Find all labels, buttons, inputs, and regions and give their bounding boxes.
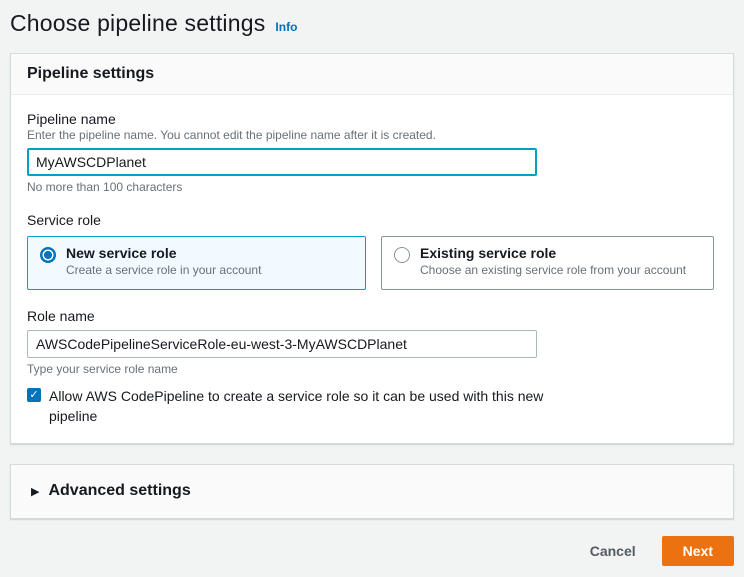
service-role-label: Service role bbox=[27, 212, 101, 228]
expand-caret-icon: ▶ bbox=[31, 485, 40, 498]
role-name-field: Role name Type your service role name ✓ … bbox=[27, 308, 717, 427]
tile-description: Choose an existing service role from you… bbox=[420, 263, 687, 277]
allow-service-role-checkbox-row: ✓ Allow AWS CodePipeline to create a ser… bbox=[27, 386, 717, 427]
pipeline-settings-panel: Pipeline settings Pipeline name Enter th… bbox=[10, 53, 734, 444]
advanced-settings-title: Advanced settings bbox=[48, 482, 191, 500]
pipeline-name-hint: No more than 100 characters bbox=[27, 180, 183, 194]
panel-body: Pipeline name Enter the pipeline name. Y… bbox=[11, 95, 733, 443]
info-link[interactable]: Info bbox=[275, 20, 297, 34]
checkbox-checked-icon[interactable]: ✓ bbox=[27, 388, 41, 402]
advanced-settings-expander[interactable]: ▶ Advanced settings bbox=[10, 463, 734, 519]
next-button[interactable]: Next bbox=[661, 535, 734, 566]
tile-title: New service role bbox=[66, 245, 177, 261]
page-header: Choose pipeline settings Info bbox=[10, 10, 734, 37]
radio-tile-existing-service-role[interactable]: Existing service role Choose an existing… bbox=[381, 236, 714, 290]
panel-header: Pipeline settings bbox=[11, 54, 733, 95]
radio-tile-new-service-role[interactable]: New service role Create a service role i… bbox=[27, 236, 366, 290]
radio-unselected-icon[interactable] bbox=[394, 247, 410, 263]
role-name-hint: Type your service role name bbox=[27, 362, 178, 376]
panel-title: Pipeline settings bbox=[27, 65, 155, 82]
pipeline-name-field: Pipeline name Enter the pipeline name. Y… bbox=[27, 111, 717, 194]
radio-selected-icon[interactable] bbox=[40, 247, 56, 263]
pipeline-settings-page: Choose pipeline settings Info Pipeline s… bbox=[0, 10, 744, 566]
pipeline-name-input[interactable] bbox=[27, 148, 537, 176]
tile-description: Create a service role in your account bbox=[66, 263, 262, 277]
pipeline-name-label: Pipeline name bbox=[27, 111, 116, 127]
cancel-button[interactable]: Cancel bbox=[590, 543, 636, 559]
footer-actions: Cancel Next bbox=[10, 535, 734, 566]
page-title: Choose pipeline settings bbox=[10, 10, 266, 36]
service-role-options: New service role Create a service role i… bbox=[27, 236, 717, 290]
allow-service-role-checkbox-label[interactable]: Allow AWS CodePipeline to create a servi… bbox=[49, 386, 581, 427]
tile-title: Existing service role bbox=[420, 245, 557, 261]
role-name-label: Role name bbox=[27, 308, 95, 324]
role-name-input[interactable] bbox=[27, 330, 537, 358]
service-role-field: Service role New service role Create a s… bbox=[27, 212, 717, 290]
pipeline-name-description: Enter the pipeline name. You cannot edit… bbox=[27, 128, 436, 142]
